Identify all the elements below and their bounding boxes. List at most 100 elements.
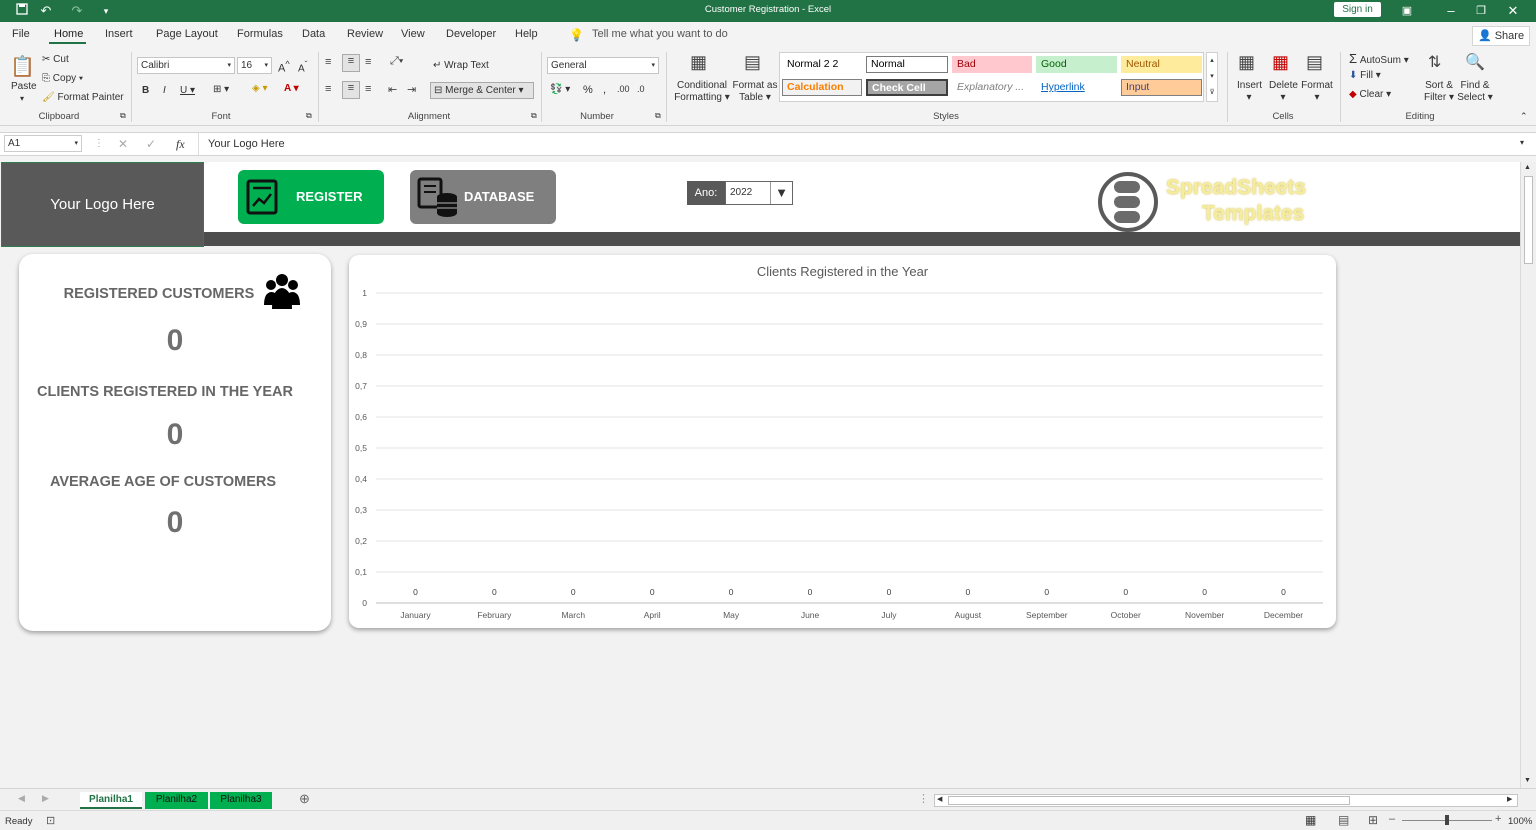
expand-formula-icon[interactable]: ▾ [1520, 138, 1524, 147]
alignment-launcher-icon[interactable]: ⧉ [531, 111, 537, 121]
style-good[interactable]: Good [1036, 56, 1117, 73]
paste-button[interactable]: Paste [11, 81, 37, 92]
collapse-ribbon-icon[interactable]: ⌃ [1520, 111, 1528, 122]
tab-page-layout[interactable]: Page Layout [156, 28, 218, 40]
vertical-scrollbar[interactable]: ▲ ▼ [1520, 162, 1536, 788]
decrease-decimal-icon[interactable]: .0 [637, 84, 645, 94]
insert-cells-button[interactable]: Insert ▾ [1237, 80, 1262, 104]
cancel-icon[interactable]: ✕ [118, 137, 128, 151]
database-button[interactable]: DATABASE [410, 170, 556, 224]
wrap-text-button[interactable]: ↵ Wrap Text [433, 60, 489, 71]
tab-help[interactable]: Help [515, 28, 538, 40]
style-bad[interactable]: Bad [952, 56, 1032, 73]
macro-record-icon[interactable]: ⊡ [46, 814, 55, 827]
tab-view[interactable]: View [401, 28, 425, 40]
tab-home[interactable]: Home [54, 28, 83, 40]
format-painter-button[interactable]: 🖌 Format Painter [42, 92, 124, 103]
accounting-format-icon[interactable]: 💱 ▾ [550, 84, 570, 95]
scroll-up-icon[interactable]: ▲ [1524, 164, 1531, 171]
align-left-icon[interactable]: ≡ [325, 83, 331, 95]
decrease-font-icon[interactable]: Aˇ [298, 59, 307, 74]
align-center-icon[interactable]: ≡ [342, 81, 360, 99]
zoom-slider-thumb[interactable] [1445, 815, 1449, 825]
sheet-tab-planilha1[interactable]: Planilha1 [80, 792, 142, 809]
autosum-button[interactable]: Σ AutoSum ▾ [1349, 51, 1409, 66]
tab-file[interactable]: File [12, 28, 30, 40]
scroll-right-icon[interactable]: ▶ [1507, 795, 1512, 803]
copy-button[interactable]: ⎘ Copy ▾ [42, 73, 83, 84]
insert-function-icon[interactable]: fx [176, 137, 185, 152]
cut-button[interactable]: ✂ Cut [42, 54, 69, 65]
ribbon-display-icon[interactable]: ▣ [1396, 2, 1418, 20]
tab-review[interactable]: Review [347, 28, 383, 40]
decrease-indent-icon[interactable]: ⇤ [388, 83, 397, 96]
fill-button[interactable]: ⬇ Fill ▾ [1349, 70, 1381, 81]
tab-formulas[interactable]: Formulas [237, 28, 283, 40]
number-format-select[interactable]: General ▾ [547, 57, 659, 74]
borders-icon[interactable]: ⊞ ▾ [213, 84, 229, 95]
font-name-select[interactable]: Calibri ▾ [137, 57, 235, 74]
font-color-icon[interactable]: A ▾ [284, 83, 299, 94]
find-select-button[interactable]: Find & Select ▾ [1456, 80, 1494, 104]
vertical-scroll-thumb[interactable] [1524, 176, 1533, 264]
tab-split-handle[interactable]: ⋮ [918, 792, 929, 805]
horizontal-scrollbar[interactable]: ◀ ▶ [934, 794, 1518, 807]
orientation-icon[interactable]: ⤢▾ [390, 55, 403, 68]
sheet-tab-planilha3[interactable]: Planilha3 [210, 792, 272, 809]
format-cells-button[interactable]: Format ▾ [1301, 80, 1333, 104]
tab-developer[interactable]: Developer [446, 28, 496, 40]
increase-font-icon[interactable]: A^ [278, 59, 290, 75]
bold-button[interactable]: B [142, 85, 149, 96]
zoom-level[interactable]: 100% [1508, 816, 1532, 827]
styles-gallery-scroll[interactable]: ▴ ▾ ⊽ [1206, 52, 1218, 102]
zoom-in-icon[interactable]: + [1495, 813, 1501, 825]
style-calculation[interactable]: Calculation [782, 79, 862, 96]
style-hyperlink[interactable]: Hyperlink [1036, 79, 1117, 96]
style-explanatory[interactable]: Explanatory ... [952, 79, 1032, 96]
sign-in-button[interactable]: Sign in [1334, 2, 1381, 17]
close-icon[interactable]: ✕ [1502, 2, 1524, 20]
style-check-cell[interactable]: Check Cell [866, 79, 948, 96]
increase-indent-icon[interactable]: ⇥ [407, 83, 416, 96]
fill-color-icon[interactable]: ◈ ▾ [252, 83, 268, 94]
tab-insert[interactable]: Insert [105, 28, 133, 40]
add-sheet-icon[interactable]: ⊕ [299, 791, 310, 807]
horizontal-scroll-thumb[interactable] [948, 796, 1350, 805]
style-normal[interactable]: Normal [866, 56, 948, 73]
italic-button[interactable]: I [163, 85, 166, 96]
scroll-down-icon[interactable]: ▼ [1524, 777, 1531, 784]
name-box[interactable]: A1 ▾ [4, 135, 82, 152]
merge-center-button[interactable]: ⊟ Merge & Center ▾ [430, 82, 534, 99]
sheet-tab-planilha2[interactable]: Planilha2 [145, 792, 208, 809]
dropdown-arrow-icon[interactable]: ▼ [770, 182, 792, 204]
paste-icon[interactable]: 📋 [10, 54, 35, 80]
tell-me-search[interactable]: Tell me what you want to do [592, 28, 728, 40]
worksheet[interactable]: Your Logo Here REGISTER DATABASE Ano: 20… [0, 162, 1520, 788]
year-select[interactable]: 2022 ▼ [725, 181, 793, 205]
align-right-icon[interactable]: ≡ [365, 83, 371, 95]
register-button[interactable]: REGISTER [238, 170, 384, 224]
page-break-view-icon[interactable]: ⊞ [1368, 813, 1378, 827]
clipboard-launcher-icon[interactable]: ⧉ [120, 111, 126, 121]
share-button[interactable]: 👤 Share [1472, 26, 1530, 46]
scroll-left-icon[interactable]: ◀ [937, 795, 942, 803]
tab-data[interactable]: Data [302, 28, 325, 40]
clear-button[interactable]: ◆ Clear ▾ [1349, 89, 1391, 100]
delete-cells-button[interactable]: Delete ▾ [1269, 80, 1298, 104]
normal-view-icon[interactable]: ▦ [1305, 813, 1316, 827]
align-bottom-icon[interactable]: ≡ [365, 56, 371, 68]
style-normal-2-2[interactable]: Normal 2 2 [782, 56, 862, 73]
format-as-table-button[interactable]: Format as Table ▾ [731, 80, 779, 104]
underline-button[interactable]: U ▾ [180, 85, 195, 96]
restore-icon[interactable]: ❐ [1470, 2, 1492, 20]
align-top-icon[interactable]: ≡ [325, 56, 331, 68]
minimize-icon[interactable]: – [1440, 2, 1462, 20]
percent-style-icon[interactable]: % [583, 84, 593, 96]
zoom-out-icon[interactable]: – [1389, 813, 1395, 825]
formula-input[interactable]: Your Logo Here [198, 133, 1532, 155]
style-input[interactable]: Input [1121, 79, 1202, 96]
paste-dropdown-icon[interactable]: ▾ [20, 94, 24, 103]
chart-card[interactable]: Clients Registered in the Year 0 0,1 0,2 0,… [349, 255, 1336, 628]
align-middle-icon[interactable]: ≡ [342, 54, 360, 72]
style-neutral[interactable]: Neutral [1121, 56, 1202, 73]
